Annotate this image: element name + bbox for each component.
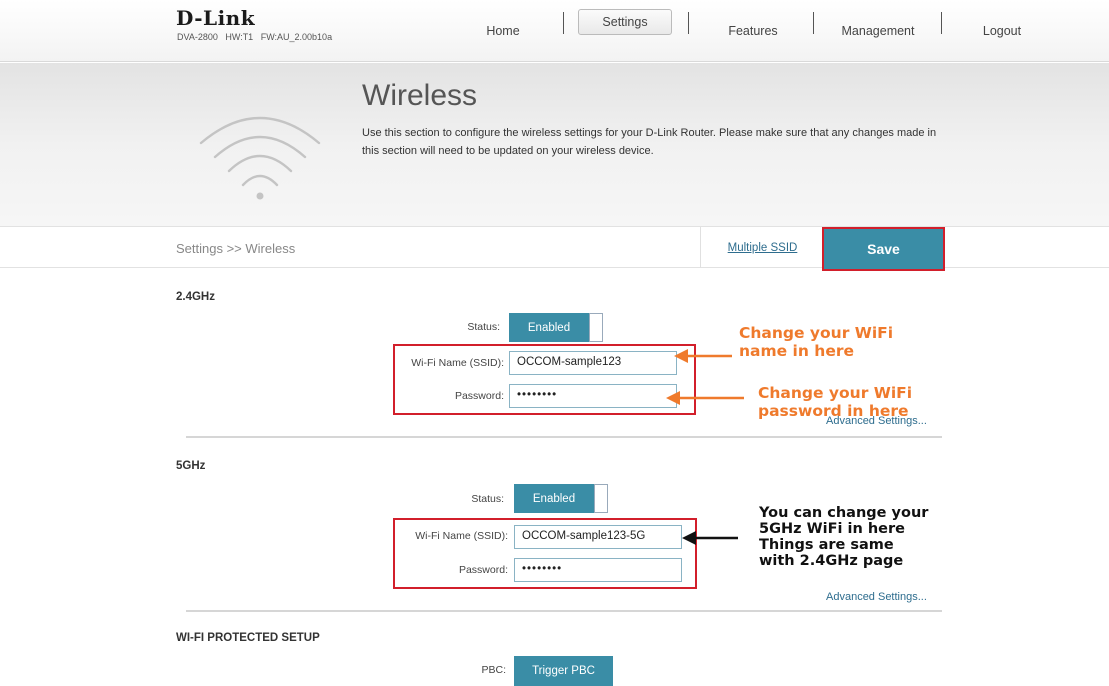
annotation-line: Change your WiFi bbox=[739, 324, 894, 342]
toggle-knob bbox=[589, 313, 603, 342]
section-title-24ghz: 2.4GHz bbox=[176, 291, 215, 303]
save-button[interactable]: Save bbox=[822, 227, 945, 271]
breadcrumb: Settings >> Wireless bbox=[176, 241, 296, 256]
device-info: DVA-2800 HW:T1 FW:AU_2.00b10a bbox=[177, 32, 333, 42]
password-input-24ghz[interactable]: •••••••• bbox=[509, 384, 677, 408]
annotation-line: name in here bbox=[739, 342, 855, 360]
status-label: Status: bbox=[471, 493, 504, 505]
nav-logout[interactable]: Logout bbox=[970, 0, 1034, 62]
status-enabled: Enabled bbox=[514, 484, 594, 513]
top-navigation-bar: D-Link DVA-2800 HW:T1 FW:AU_2.00b10a Hom… bbox=[0, 0, 1109, 62]
ssid-label: Wi-Fi Name (SSID): bbox=[415, 530, 508, 542]
annotation-line: Change your WiFi bbox=[758, 384, 913, 402]
nav-divider bbox=[941, 12, 942, 34]
ssid-label: Wi-Fi Name (SSID): bbox=[411, 357, 504, 369]
multiple-ssid-link[interactable]: Multiple SSID bbox=[728, 242, 798, 254]
annotation-line: password in here bbox=[758, 402, 909, 420]
status-toggle-24ghz[interactable]: Enabled bbox=[509, 313, 603, 342]
section-divider bbox=[186, 610, 942, 612]
section-divider bbox=[186, 436, 942, 438]
nav-features[interactable]: Features bbox=[712, 0, 794, 62]
annotation-line: You can change your bbox=[759, 505, 929, 521]
section-title-wps: WI-FI PROTECTED SETUP bbox=[176, 632, 320, 644]
nav-home[interactable]: Home bbox=[468, 0, 538, 62]
nav-divider bbox=[563, 12, 564, 34]
annotation-line: Things are same bbox=[759, 537, 894, 553]
arrow-left-icon bbox=[666, 391, 744, 405]
page-description: Use this section to configure the wirele… bbox=[362, 127, 937, 157]
status-label: Status: bbox=[467, 321, 500, 333]
toggle-knob bbox=[594, 484, 608, 513]
annotation-line: with 2.4GHz page bbox=[759, 553, 904, 569]
nav-settings[interactable]: Settings bbox=[578, 9, 672, 35]
multiple-ssid-tab: Multiple SSID bbox=[700, 227, 824, 268]
ssid-input-5ghz[interactable]: OCCOM-sample123-5G bbox=[514, 525, 682, 549]
wifi-icon bbox=[199, 116, 321, 200]
nav-management[interactable]: Management bbox=[826, 0, 930, 62]
trigger-pbc-button[interactable]: Trigger PBC bbox=[514, 656, 613, 686]
password-input-5ghz[interactable]: •••••••• bbox=[514, 558, 682, 582]
ssid-input-24ghz[interactable]: OCCOM-sample123 bbox=[509, 351, 677, 375]
password-label: Password: bbox=[458, 564, 508, 576]
pbc-label: PBC: bbox=[481, 664, 506, 676]
annotation-password-note: Change your WiFi password in here bbox=[758, 384, 912, 420]
annotation-5ghz-note: You can change your 5GHz WiFi in here Th… bbox=[759, 505, 928, 569]
arrow-left-icon bbox=[674, 349, 732, 363]
annotation-line: 5GHz WiFi in here bbox=[759, 521, 905, 537]
dlink-logo: D-Link bbox=[176, 6, 256, 30]
nav-divider bbox=[813, 12, 814, 34]
advanced-settings-link-5ghz[interactable]: Advanced Settings... bbox=[826, 591, 927, 603]
status-toggle-5ghz[interactable]: Enabled bbox=[514, 484, 608, 513]
annotation-ssid-note: Change your WiFi name in here bbox=[739, 324, 893, 360]
page-header: Wireless Use this section to configure t… bbox=[0, 63, 1109, 226]
nav-divider bbox=[688, 12, 689, 34]
action-bar: Settings >> Wireless Multiple SSID Save bbox=[0, 226, 1109, 271]
section-title-5ghz: 5GHz bbox=[176, 460, 206, 472]
page-title: Wireless bbox=[362, 79, 478, 112]
arrow-left-icon bbox=[682, 531, 738, 545]
password-label: Password: bbox=[454, 390, 504, 402]
status-enabled: Enabled bbox=[509, 313, 589, 342]
